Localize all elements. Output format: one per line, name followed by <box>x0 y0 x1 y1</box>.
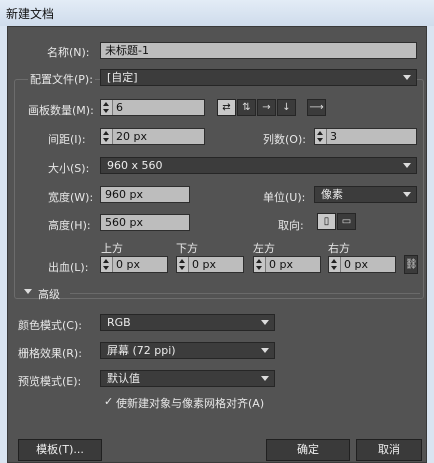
title-bar: 新建文档 <box>0 0 434 26</box>
grid-by-column-icon[interactable]: ⇅ <box>237 99 256 116</box>
chevron-down-icon <box>261 320 269 325</box>
bleed-right-value: 0 px <box>344 258 368 271</box>
size-dropdown[interactable]: 960 x 560 <box>100 157 417 174</box>
new-document-dialog: 名称(N): 未标题-1 配置文件(P): [自定] 画板数量(M): 6 ⇄ … <box>7 26 427 463</box>
grid-by-row-icon[interactable]: ⇄ <box>217 99 236 116</box>
artboard-count-value: 6 <box>116 101 123 114</box>
spinner-icon[interactable] <box>101 257 113 272</box>
templates-button[interactable]: 模板(T)... <box>18 439 102 461</box>
chevron-down-icon <box>403 75 411 80</box>
preview-mode-label: 预览模式(E): <box>18 375 82 388</box>
ok-button[interactable]: 确定 <box>266 439 350 461</box>
bleed-left-input[interactable]: 0 px <box>253 256 321 273</box>
columns-input[interactable]: 3 <box>314 128 417 145</box>
bleed-bottom-value: 0 px <box>192 258 216 271</box>
spacing-label: 间距(I): <box>48 133 86 146</box>
right-to-left-layout-icon[interactable]: ⟶ <box>307 99 326 116</box>
artboard-count-label: 画板数量(M): <box>28 104 94 117</box>
spacing-value: 20 px <box>116 130 147 143</box>
bleed-label: 出血(L): <box>48 261 89 274</box>
chevron-down-icon <box>261 376 269 381</box>
profile-dropdown[interactable]: [自定] <box>100 69 417 86</box>
bleed-left-value: 0 px <box>269 258 293 271</box>
checkmark-icon[interactable]: ✓ <box>104 395 113 408</box>
chevron-down-icon <box>261 348 269 353</box>
color-mode-dropdown[interactable]: RGB <box>100 314 275 331</box>
size-label: 大小(S): <box>48 162 90 175</box>
bleed-right-input[interactable]: 0 px <box>328 256 396 273</box>
chevron-down-icon <box>403 163 411 168</box>
spinner-icon[interactable] <box>101 100 113 115</box>
portrait-orientation-icon[interactable]: ▯ <box>317 213 336 230</box>
link-chain-icon[interactable]: ⛓ <box>404 255 418 274</box>
cancel-button[interactable]: 取消 <box>356 439 422 461</box>
size-value: 960 x 560 <box>107 159 163 172</box>
width-input[interactable]: 960 px <box>100 186 190 203</box>
bleed-left-label: 左方 <box>253 242 275 255</box>
spinner-icon[interactable] <box>101 129 113 144</box>
profile-value: [自定] <box>107 71 138 84</box>
bleed-top-label: 上方 <box>101 242 123 255</box>
bleed-right-label: 右方 <box>328 242 350 255</box>
profile-label: 配置文件(P): <box>28 71 95 87</box>
align-pixel-grid-checkbox-label[interactable]: 使新建对象与像素网格对齐(A) <box>116 395 264 411</box>
units-dropdown[interactable]: 像素 <box>314 186 417 203</box>
raster-effects-dropdown[interactable]: 屏幕 (72 ppi) <box>100 342 275 359</box>
units-value: 像素 <box>321 188 343 201</box>
width-label: 宽度(W): <box>48 191 94 204</box>
spinner-icon[interactable] <box>315 129 327 144</box>
arrange-by-row-icon[interactable]: → <box>257 99 276 116</box>
chevron-down-icon <box>403 192 411 197</box>
advanced-divider <box>70 293 420 294</box>
name-label: 名称(N): <box>47 46 90 59</box>
spacing-input[interactable]: 20 px <box>100 128 205 145</box>
preview-mode-dropdown[interactable]: 默认值 <box>100 370 275 387</box>
color-mode-value: RGB <box>107 316 131 329</box>
preview-mode-value: 默认值 <box>107 372 140 385</box>
raster-effects-value: 屏幕 (72 ppi) <box>107 344 176 357</box>
window-title: 新建文档 <box>6 7 55 21</box>
artboard-count-input[interactable]: 6 <box>100 99 205 116</box>
arrange-by-column-icon[interactable]: ↓ <box>277 99 296 116</box>
color-mode-label: 颜色模式(C): <box>18 319 82 332</box>
spinner-icon[interactable] <box>329 257 341 272</box>
bleed-top-input[interactable]: 0 px <box>100 256 168 273</box>
bleed-top-value: 0 px <box>116 258 140 271</box>
spinner-icon[interactable] <box>177 257 189 272</box>
height-label: 高度(H): <box>48 219 91 232</box>
name-input[interactable]: 未标题-1 <box>100 42 417 59</box>
height-input[interactable]: 560 px <box>100 214 190 231</box>
spinner-icon[interactable] <box>254 257 266 272</box>
collapse-triangle-icon[interactable] <box>24 289 32 294</box>
columns-value: 3 <box>330 130 337 143</box>
raster-effects-label: 栅格效果(R): <box>18 347 82 360</box>
landscape-orientation-icon[interactable]: ▭ <box>337 213 356 230</box>
columns-label: 列数(O): <box>263 133 306 146</box>
units-label: 单位(U): <box>263 191 306 204</box>
bleed-bottom-label: 下方 <box>176 242 198 255</box>
orientation-label: 取向: <box>278 219 304 232</box>
advanced-label[interactable]: 高级 <box>38 286 60 302</box>
bleed-bottom-input[interactable]: 0 px <box>176 256 244 273</box>
